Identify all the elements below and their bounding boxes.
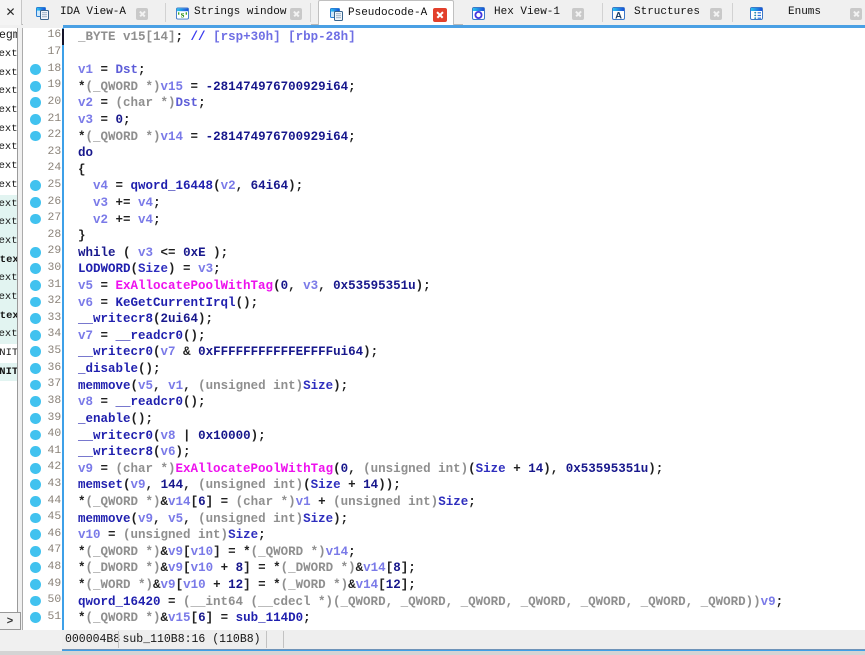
- svg-text:s: s: [181, 11, 185, 20]
- svg-text:A: A: [615, 10, 622, 20]
